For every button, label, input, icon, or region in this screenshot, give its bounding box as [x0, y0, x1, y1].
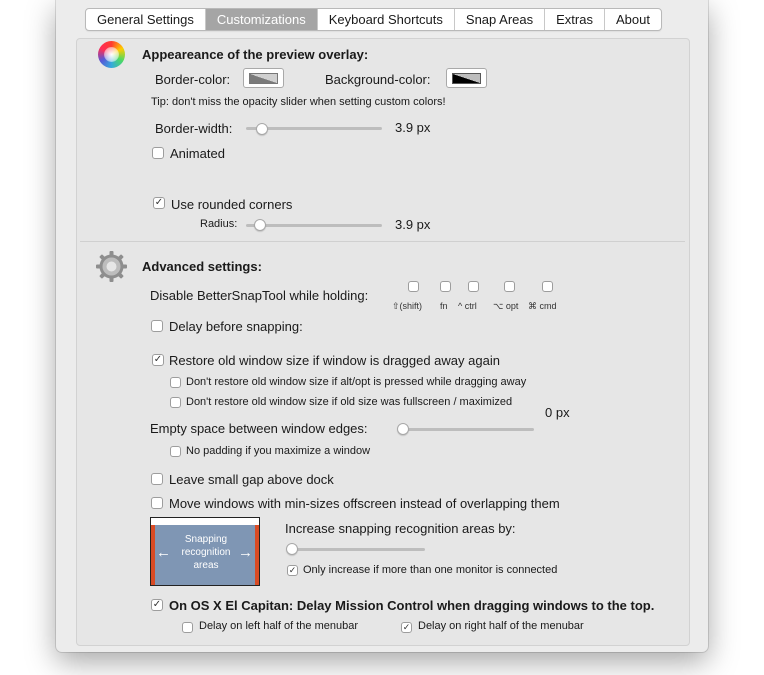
fn-modifier-label: fn	[440, 301, 448, 311]
delay-right-label: Delay on right half of the menubar	[418, 620, 584, 632]
radius-slider-knob[interactable]	[254, 219, 266, 231]
delay-left-label: Delay on left half of the menubar	[199, 620, 358, 632]
increase-areas-slider[interactable]	[290, 548, 425, 551]
opt-modifier-checkbox[interactable]	[504, 281, 515, 292]
radius-label: Radius:	[200, 218, 238, 230]
animated-checkbox[interactable]	[152, 147, 164, 159]
tab-general-settings[interactable]: General Settings	[86, 9, 205, 30]
edge-space-value: 0 px	[545, 405, 570, 420]
appearance-heading: Appeareance of the preview overlay:	[142, 47, 369, 62]
cmd-modifier-checkbox[interactable]	[542, 281, 553, 292]
multi-monitor-checkbox[interactable]: ✓	[287, 565, 298, 576]
restore-size-label: Restore old window size if window is dra…	[169, 353, 500, 368]
radius-value: 3.9 px	[395, 217, 431, 232]
arrow-right-icon: →	[238, 544, 253, 561]
el-capitan-delay-checkbox[interactable]: ✓	[151, 599, 163, 611]
rounded-corners-checkbox[interactable]: ✓	[153, 197, 165, 209]
border-color-label: Border-color:	[155, 72, 231, 87]
disable-while-holding-label: Disable BetterSnapTool while holding:	[150, 288, 369, 303]
edge-space-slider[interactable]	[398, 428, 534, 431]
tab-about[interactable]: About	[603, 9, 661, 30]
background-color-label: Background-color:	[325, 72, 431, 87]
delay-left-checkbox[interactable]	[182, 622, 193, 633]
radius-slider[interactable]	[246, 224, 382, 227]
delay-snapping-label: Delay before snapping:	[169, 319, 303, 334]
tab-bar: General Settings Customizations Keyboard…	[85, 8, 662, 31]
delay-snapping-checkbox[interactable]	[151, 320, 163, 332]
background-color-well[interactable]	[446, 68, 487, 88]
advanced-heading: Advanced settings:	[142, 259, 262, 274]
rounded-corners-label: Use rounded corners	[171, 197, 293, 212]
color-wheel-icon	[98, 41, 125, 68]
no-padding-checkbox[interactable]	[170, 446, 181, 457]
delay-right-checkbox[interactable]: ✓	[401, 622, 412, 633]
ctrl-modifier-label: ^ ctrl	[458, 301, 477, 311]
increase-areas-label: Increase snapping recognition areas by:	[285, 521, 516, 536]
tab-snap-areas[interactable]: Snap Areas	[453, 9, 544, 30]
opt-modifier-label: ⌥ opt	[493, 301, 519, 311]
animated-label: Animated	[170, 146, 225, 161]
fn-modifier-checkbox[interactable]	[440, 281, 451, 292]
restore-size-checkbox[interactable]: ✓	[152, 354, 164, 366]
tab-customizations[interactable]: Customizations	[204, 9, 317, 30]
edge-space-label: Empty space between window edges:	[150, 421, 368, 436]
border-width-label: Border-width:	[155, 121, 233, 136]
border-width-slider-knob[interactable]	[256, 123, 268, 135]
dock-gap-label: Leave small gap above dock	[169, 472, 334, 487]
tab-keyboard-shortcuts[interactable]: Keyboard Shortcuts	[316, 9, 454, 30]
dock-gap-checkbox[interactable]	[151, 473, 163, 485]
restore-fullscreen-label: Don't restore old window size if old siz…	[186, 396, 513, 408]
shift-modifier-label: ⇧(shift)	[392, 301, 423, 311]
move-offscreen-label: Move windows with min-sizes offscreen in…	[169, 496, 560, 511]
no-padding-label: No padding if you maximize a window	[186, 445, 371, 457]
increase-areas-slider-knob[interactable]	[286, 543, 298, 555]
cmd-modifier-label: ⌘ cmd	[528, 301, 557, 311]
el-capitan-delay-label: On OS X El Capitan: Delay Mission Contro…	[169, 598, 655, 613]
border-color-well[interactable]	[243, 68, 284, 88]
tab-extras[interactable]: Extras	[544, 9, 604, 30]
ctrl-modifier-checkbox[interactable]	[468, 281, 479, 292]
snapping-areas-illustration: ← → Snapping recognition areas	[150, 517, 260, 586]
section-divider	[80, 241, 685, 242]
move-offscreen-checkbox[interactable]	[151, 497, 163, 509]
arrow-left-icon: ←	[156, 544, 171, 561]
multi-monitor-label: Only increase if more than one monitor i…	[303, 564, 558, 576]
restore-alt-checkbox[interactable]	[170, 377, 181, 388]
opacity-tip: Tip: don't miss the opacity slider when …	[151, 96, 446, 108]
edge-space-slider-knob[interactable]	[397, 423, 409, 435]
restore-fullscreen-checkbox[interactable]	[170, 397, 181, 408]
snapping-areas-caption: Snapping recognition areas	[181, 534, 231, 571]
gear-icon	[96, 251, 127, 282]
border-width-value: 3.9 px	[395, 120, 431, 135]
restore-alt-label: Don't restore old window size if alt/opt…	[186, 376, 527, 388]
shift-modifier-checkbox[interactable]	[408, 281, 419, 292]
